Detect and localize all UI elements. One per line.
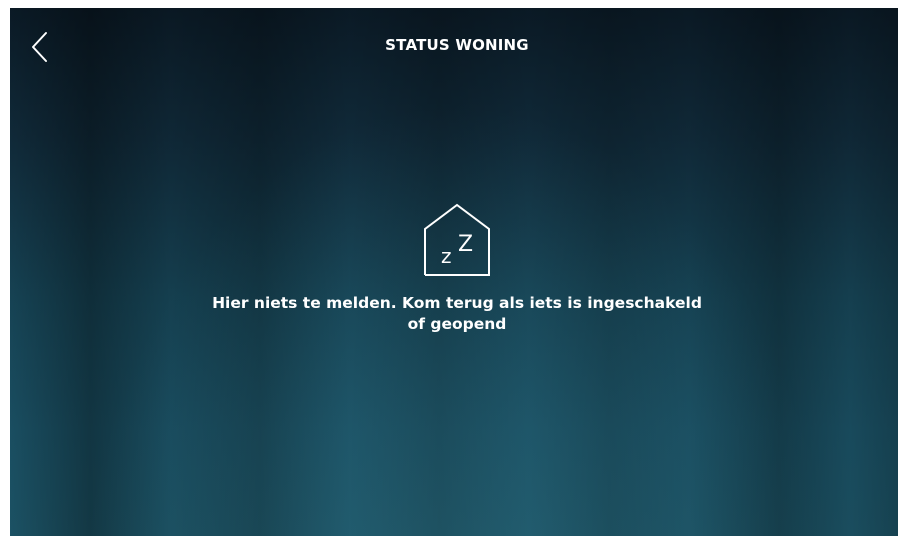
empty-state-message-line1: Hier niets te melden. Kom terug als iets… — [212, 294, 702, 312]
empty-state: z Z Hier niets te melden. Kom terug als … — [10, 203, 898, 335]
page-title: STATUS WONING — [385, 36, 529, 54]
sleep-z-large: Z — [458, 232, 473, 257]
home-status-screen: STATUS WONING z Z Hier niets te melden. … — [10, 8, 898, 536]
empty-state-message: Hier niets te melden. Kom terug als iets… — [147, 293, 767, 335]
empty-state-message-line2: of geopend — [407, 315, 507, 333]
sleep-z-small: z — [441, 244, 452, 268]
house-sleeping-icon: z Z — [424, 203, 490, 276]
